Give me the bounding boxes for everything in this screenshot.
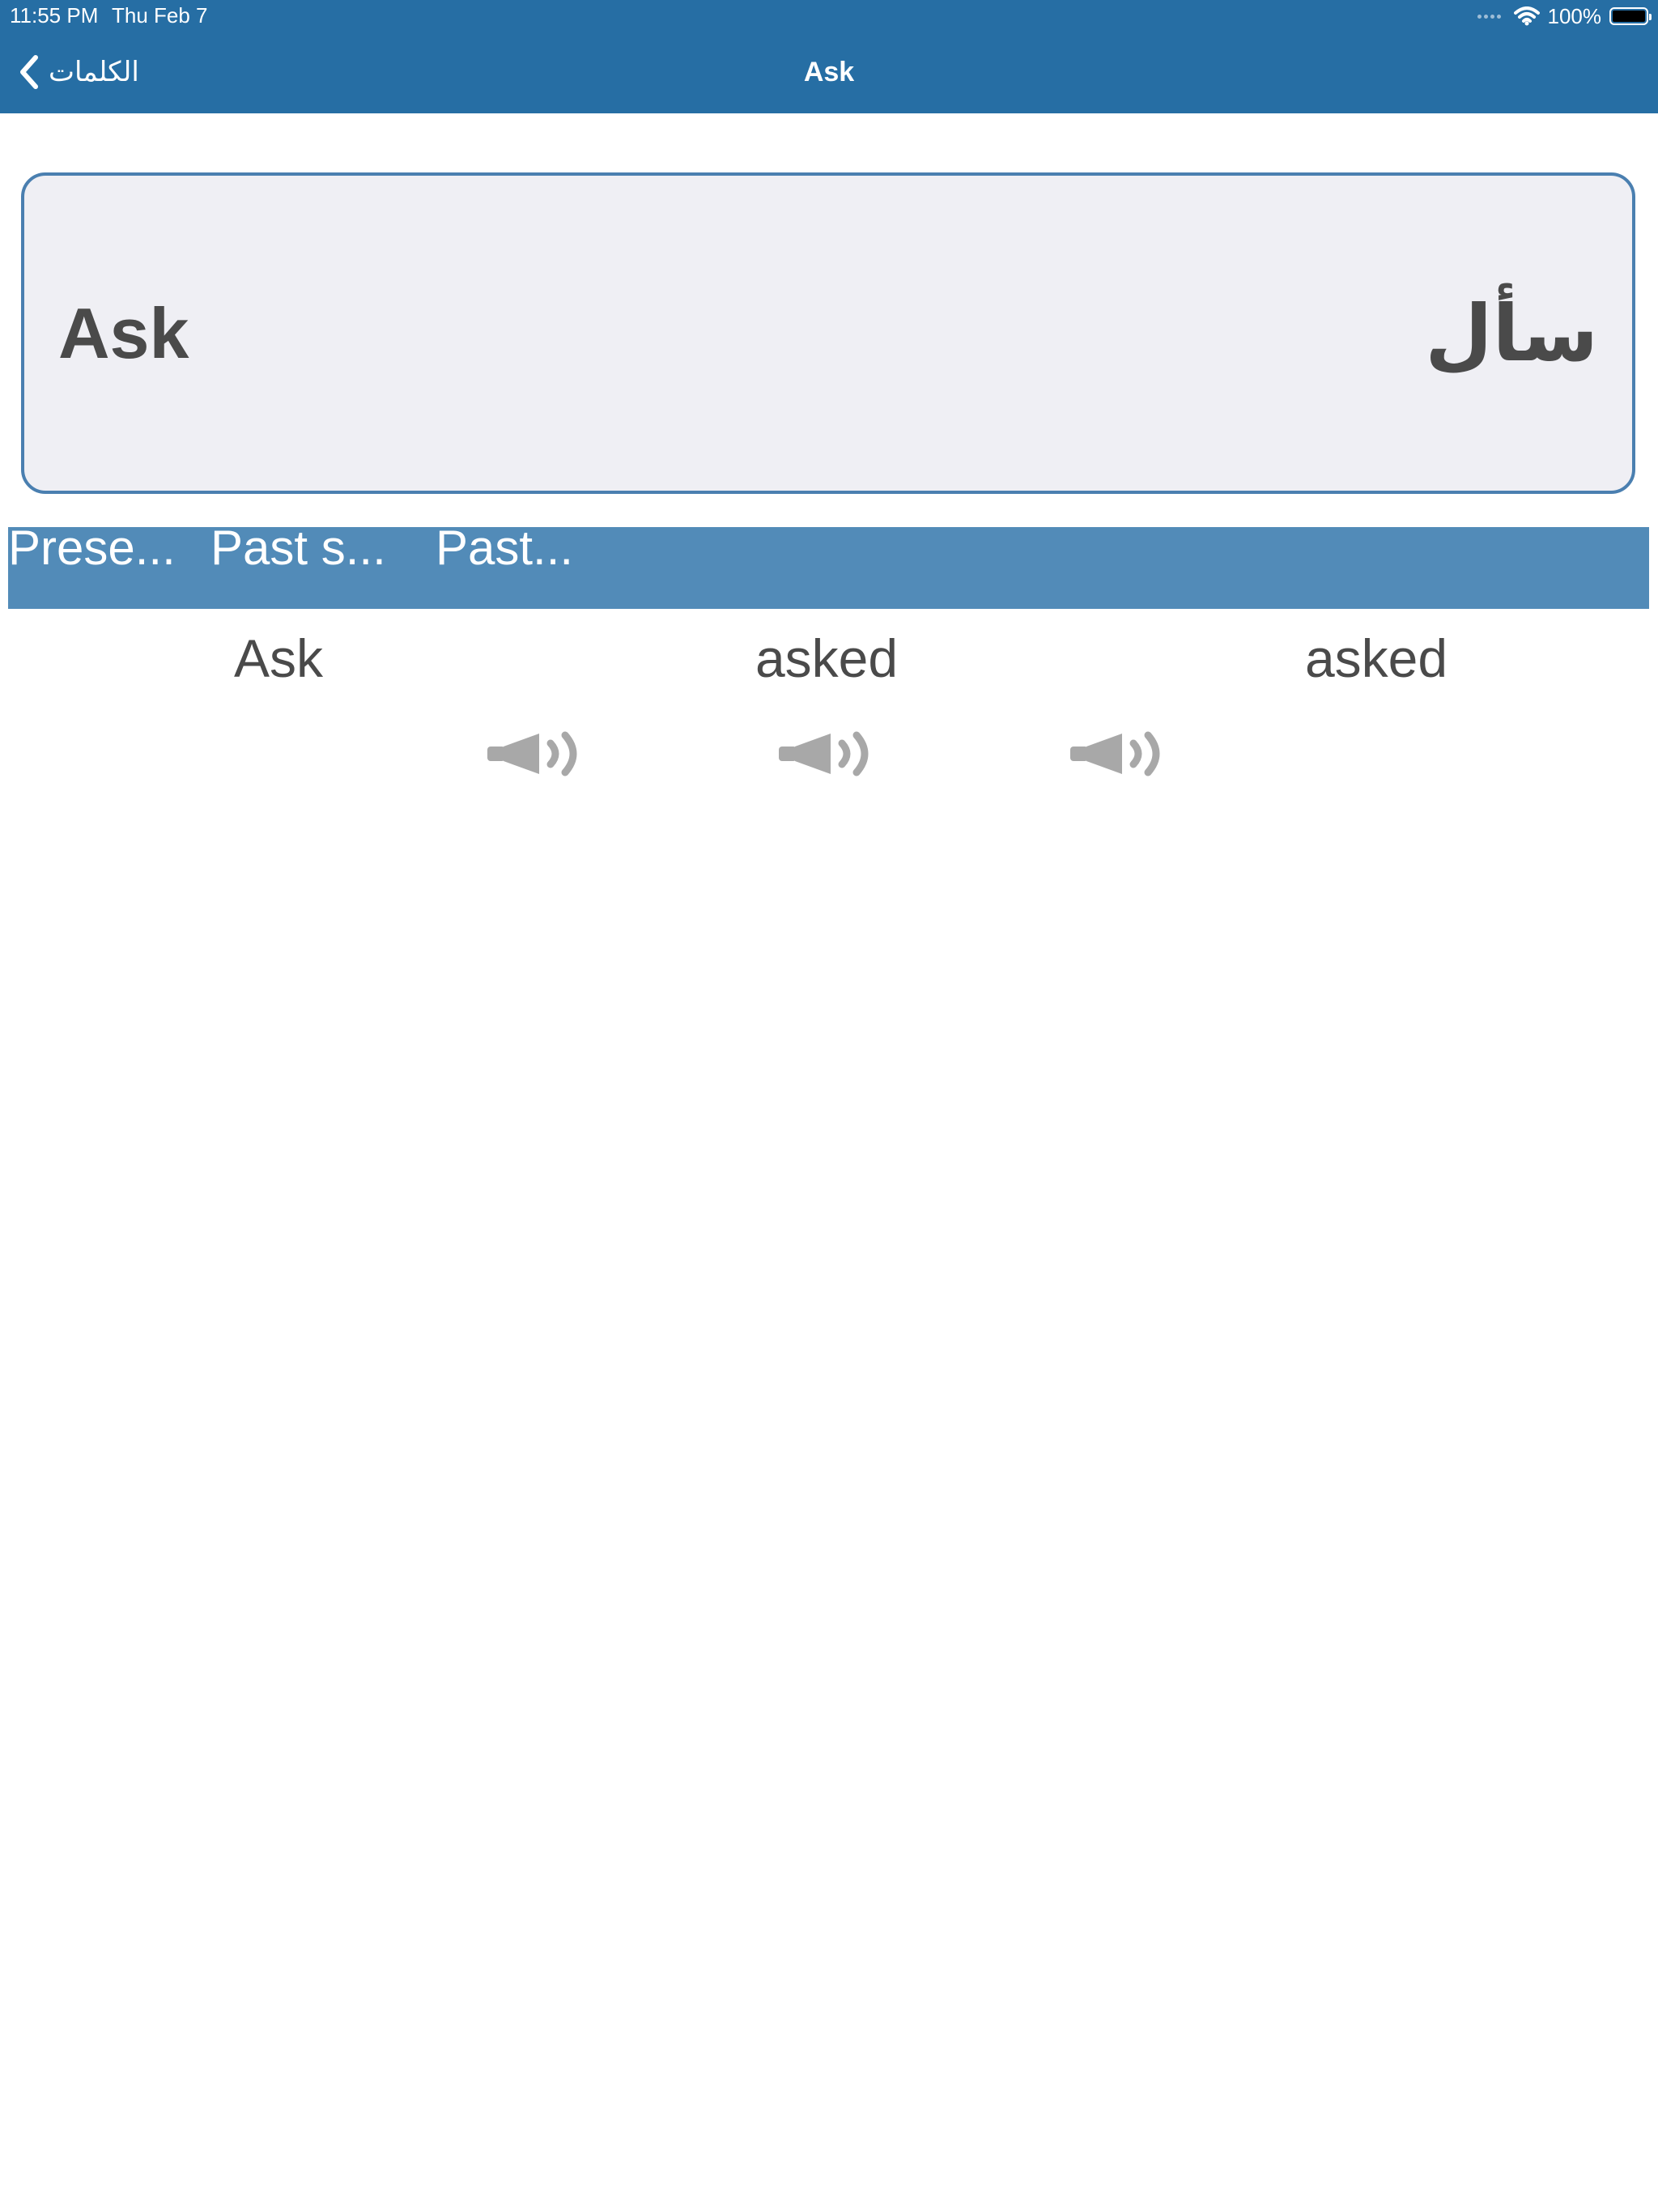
- page-title: Ask: [803, 57, 855, 87]
- arabic-word: سأل: [1425, 290, 1598, 377]
- cellular-signal-icon: [1477, 14, 1501, 19]
- status-indicators: 100%: [1477, 3, 1652, 29]
- word-card: Ask سأل: [21, 172, 1635, 494]
- tense-header-past-participle: Past...: [436, 527, 574, 575]
- battery-icon: [1609, 7, 1652, 25]
- english-word: Ask: [58, 292, 189, 373]
- verb-form-past-participle: asked: [1304, 628, 1448, 688]
- tense-header-past-simple: Past s...: [210, 527, 386, 575]
- navigation-bar: 11:55 PM Thu Feb 7 100% الكلمات Ask: [0, 0, 1658, 113]
- tense-header-present: Prese...: [8, 527, 176, 575]
- verb-form-present: Ask: [233, 628, 324, 688]
- status-time: 11:55 PM: [10, 3, 99, 28]
- speaker-icon[interactable]: [1069, 729, 1169, 779]
- wifi-icon: [1513, 6, 1540, 26]
- status-date: Thu Feb 7: [112, 3, 208, 28]
- battery-percentage: 100%: [1547, 3, 1602, 28]
- status-bar: 11:55 PM Thu Feb 7 100%: [0, 0, 1658, 32]
- speaker-icon[interactable]: [777, 729, 878, 779]
- tense-header-bar: Prese... Past s... Past...: [8, 527, 1649, 609]
- verb-form-past-simple: asked: [755, 628, 899, 688]
- speaker-icon[interactable]: [486, 729, 586, 779]
